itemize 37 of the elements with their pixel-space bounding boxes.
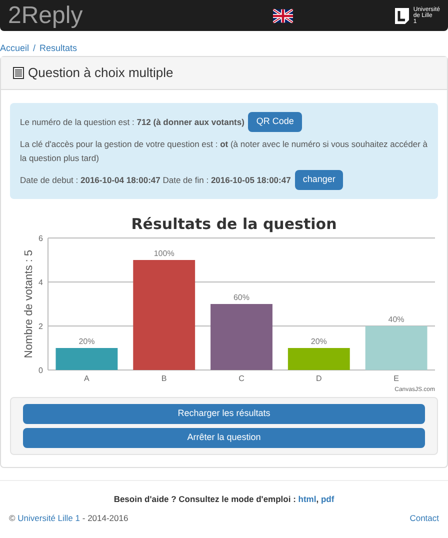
bar-value-label: 100% [154, 249, 174, 258]
logo-icon [395, 8, 410, 24]
list-icon [13, 67, 24, 79]
y-tick-label: 6 [38, 234, 43, 243]
help-text: Besoin d'aide ? Consultez le mode d'emploi : html, pdf [112, 493, 336, 506]
info-text: Date de debut : 2016-10-04 18:00:47 Date de fin : 2016-10-05 18:00:47 [20, 174, 291, 187]
breadcrumb-link[interactable]: Accueil [0, 42, 30, 56]
bar-value-label: 20% [78, 337, 95, 346]
x-tick-label: E [394, 374, 399, 383]
y-tick-label: 2 [38, 322, 43, 331]
panel-title: Question à choix multiple [28, 64, 174, 82]
y-tick-label: 4 [38, 278, 43, 287]
chart-title: Résultats de la question [131, 215, 337, 233]
x-tick-label: D [316, 374, 322, 383]
x-tick-label: C [238, 374, 244, 383]
university-link[interactable]: Université Lille 1 [18, 512, 80, 523]
contact-link[interactable]: Contact [410, 512, 439, 524]
breadcrumb-separator: / [33, 42, 36, 56]
bar-value-label: 20% [310, 337, 327, 346]
copyright-text: © Université Lille 1 - 2014-2016 [9, 512, 128, 524]
info-action-button[interactable]: changer [294, 170, 344, 190]
bar-value-label: 60% [234, 293, 250, 302]
breadcrumb-link[interactable]: Resultats [40, 42, 78, 56]
info-action-button[interactable]: QR Code [248, 112, 302, 132]
bar-value-label: 40% [388, 315, 404, 324]
uk-flag-icon[interactable] [273, 8, 294, 22]
info-text: Le numéro de la question est : 712 (à donner aux votants) [20, 116, 244, 129]
x-tick-label: A [84, 374, 90, 383]
action-button[interactable]: Arrêter la question [23, 428, 425, 448]
help-link[interactable]: pdf [320, 494, 334, 504]
brand-name[interactable]: 2Reply [8, 4, 83, 28]
help-link[interactable]: html [298, 494, 316, 504]
info-text: La clé d'accès pour la gestion de votre question est : ot (à noter avec le numéro si vous souhaitez accéder à la question plus tard) [20, 138, 428, 165]
x-tick-label: B [161, 374, 167, 383]
action-button[interactable]: Recharger les résultats [23, 404, 425, 424]
y-tick-label: 0 [38, 366, 43, 375]
y-axis-label: Nombre de votants : 5 [23, 250, 35, 358]
